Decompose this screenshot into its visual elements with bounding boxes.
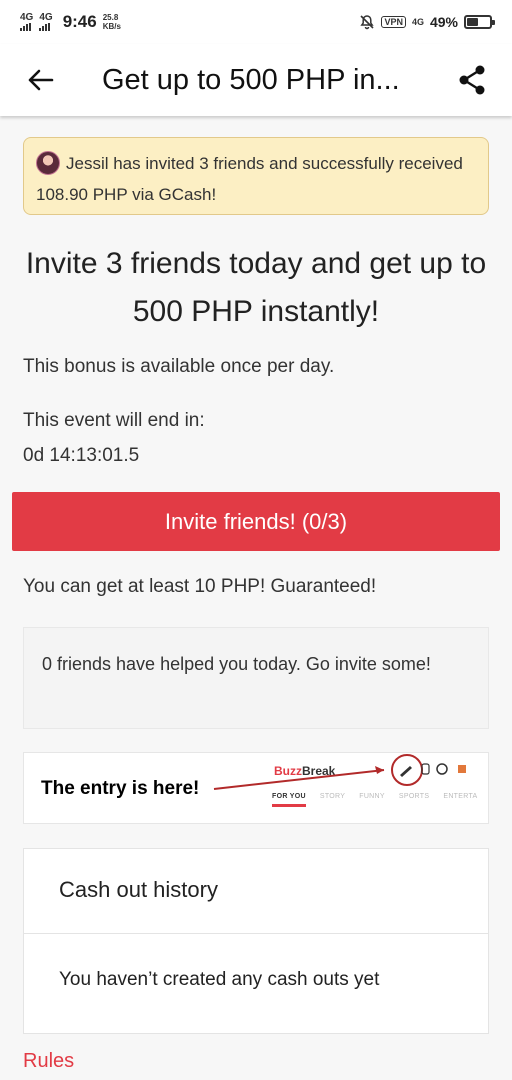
battery-icon (464, 15, 495, 29)
headline: Invite 3 friends today and get up to 500… (25, 247, 487, 328)
speed-value: 25.8 (102, 13, 119, 22)
back-button[interactable] (0, 44, 80, 116)
back-arrow-icon (28, 69, 54, 91)
status-left: 4G 4G 9:46 25.8 KB/s (20, 12, 121, 32)
network-speed: 25.8 KB/s (103, 13, 121, 31)
cash-out-title[interactable]: Cash out history (24, 849, 488, 934)
bell-small-icon (421, 763, 430, 775)
pointer-arrow-icon (213, 769, 385, 790)
invite-friends-button[interactable]: Invite friends! (0/3) (12, 492, 500, 551)
clock: 9:46 (62, 12, 97, 31)
banner-text: Jessil has invited 3 friends and success… (36, 154, 463, 204)
status-bar: 4G 4G 9:46 25.8 KB/s VPN 4G 49% (0, 0, 512, 44)
cash-out-empty: You haven’t created any cash outs yet (59, 969, 380, 990)
event-end-label: This event will end in: (23, 410, 205, 431)
signal-icon: 4G (20, 13, 33, 31)
football-icon (436, 763, 448, 775)
bonus-note: This bonus is available once per day. (23, 356, 335, 377)
network-type-3: 4G (411, 17, 424, 27)
guarantee-text: You can get at least 10 PHP! Guaranteed! (23, 576, 377, 597)
speed-unit: KB/s (102, 22, 121, 31)
rules-link[interactable]: Rules (23, 1050, 74, 1073)
arrowhead-icon (375, 766, 384, 774)
signal-icon-2: 4G (39, 12, 53, 31)
vpn-badge: VPN (381, 16, 406, 28)
gift-icon (458, 765, 466, 773)
share-button[interactable] (432, 44, 512, 116)
status-right: VPN 4G 49% (359, 14, 495, 30)
entry-hint-image: The entry is here! BuzzBreak FOR YOU STO… (23, 752, 489, 824)
share-icon (459, 65, 485, 95)
entry-annotation (213, 754, 466, 790)
countdown-timer: 0d 14:13:01.5 (23, 445, 140, 466)
cash-out-history-card: Cash out history You haven’t created any… (23, 848, 489, 1034)
edit-icon (400, 766, 412, 777)
invite-success-banner: Jessil has invited 3 friends and success… (23, 137, 489, 215)
helped-status-box: 0 friends have helped you today. Go invi… (23, 627, 489, 729)
network-type: 4G (20, 12, 34, 23)
app-bar: Get up to 500 PHP in... (0, 44, 512, 116)
page-title: Get up to 500 PHP in... (102, 63, 400, 96)
mute-bell-icon (360, 15, 375, 30)
network-type-2: 4G (39, 12, 53, 23)
avatar (36, 151, 60, 175)
battery-percent: 49% (429, 14, 458, 30)
